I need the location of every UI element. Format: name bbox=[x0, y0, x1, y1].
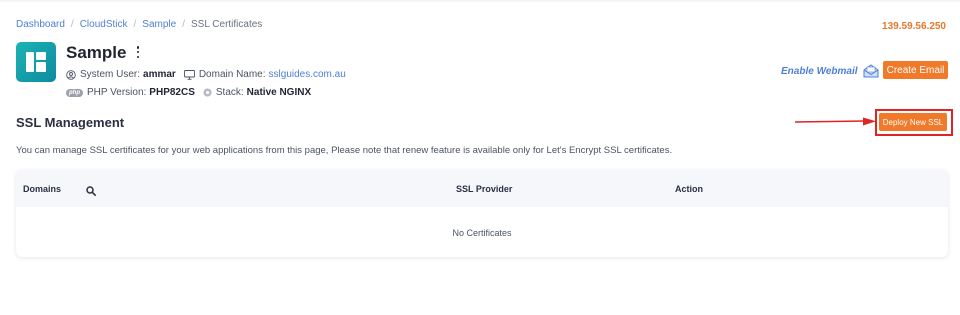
php-label: PHP Version: bbox=[87, 87, 147, 98]
server-ip: 139.59.56.250 bbox=[882, 21, 946, 32]
breadcrumb-cloudstick[interactable]: CloudStick bbox=[80, 19, 128, 30]
column-domains: Domains bbox=[23, 184, 62, 194]
stack-info: Stack: Native NGINX bbox=[203, 87, 311, 98]
breadcrumb-separator: / bbox=[133, 19, 137, 30]
system-user-info: System User: ammar bbox=[66, 69, 176, 80]
app-grid-icon bbox=[26, 52, 46, 72]
stack-value: Native NGINX bbox=[246, 87, 312, 98]
domain-label: Domain Name: bbox=[198, 69, 266, 80]
app-logo bbox=[16, 42, 56, 82]
app-name: Sample bbox=[66, 43, 127, 62]
monitor-icon bbox=[183, 69, 195, 80]
php-version-value: PHP82CS bbox=[149, 87, 195, 98]
empty-state-message: No Certificates bbox=[452, 228, 512, 238]
deploy-new-ssl-button[interactable]: Deploy New SSL bbox=[879, 113, 947, 131]
breadcrumb-dashboard[interactable]: Dashboard bbox=[16, 19, 65, 30]
breadcrumb-separator: / bbox=[70, 19, 74, 30]
stack-icon bbox=[203, 88, 212, 97]
column-ssl-provider: SSL Provider bbox=[456, 184, 513, 194]
php-info: php PHP Version: PHP82CS bbox=[66, 87, 195, 98]
search-icon[interactable] bbox=[86, 183, 96, 201]
certificates-table: Domains SSL Provider Action No Certifica… bbox=[16, 170, 948, 257]
webmail-envelope-icon bbox=[863, 64, 879, 78]
red-arrow-annotation bbox=[795, 117, 876, 126]
kebab-menu-icon[interactable] bbox=[135, 46, 141, 58]
app-meta-row-1: System User: ammar Domain Name: sslguide… bbox=[66, 69, 354, 80]
breadcrumb-sample[interactable]: Sample bbox=[142, 19, 176, 30]
column-action: Action bbox=[675, 184, 703, 194]
domain-info: Domain Name: sslguides.com.au bbox=[183, 69, 346, 80]
user-circle-icon bbox=[66, 69, 76, 80]
app-meta-row-2: php PHP Version: PHP82CS Stack: Native N… bbox=[66, 87, 319, 98]
domain-link[interactable]: sslguides.com.au bbox=[269, 69, 346, 80]
php-icon: php bbox=[66, 88, 83, 97]
breadcrumb-separator: / bbox=[182, 19, 185, 30]
create-email-button[interactable]: Create Email bbox=[883, 61, 948, 79]
stack-label: Stack: bbox=[215, 87, 244, 98]
system-user-label: System User: bbox=[80, 69, 141, 80]
ssl-description: You can manage SSL certificates for your… bbox=[16, 145, 673, 156]
breadcrumb: Dashboard / CloudStick / Sample / SSL Ce… bbox=[16, 19, 262, 30]
breadcrumb-current: SSL Certificates bbox=[190, 19, 263, 30]
ssl-section-title: SSL Management bbox=[16, 115, 125, 130]
system-user-value: ammar bbox=[143, 69, 176, 80]
enable-webmail-label: Enable Webmail bbox=[781, 66, 858, 77]
top-shadow-line bbox=[0, 0, 960, 3]
enable-webmail-button[interactable]: Enable Webmail bbox=[781, 64, 879, 79]
table-header: Domains SSL Provider Action bbox=[16, 170, 948, 207]
